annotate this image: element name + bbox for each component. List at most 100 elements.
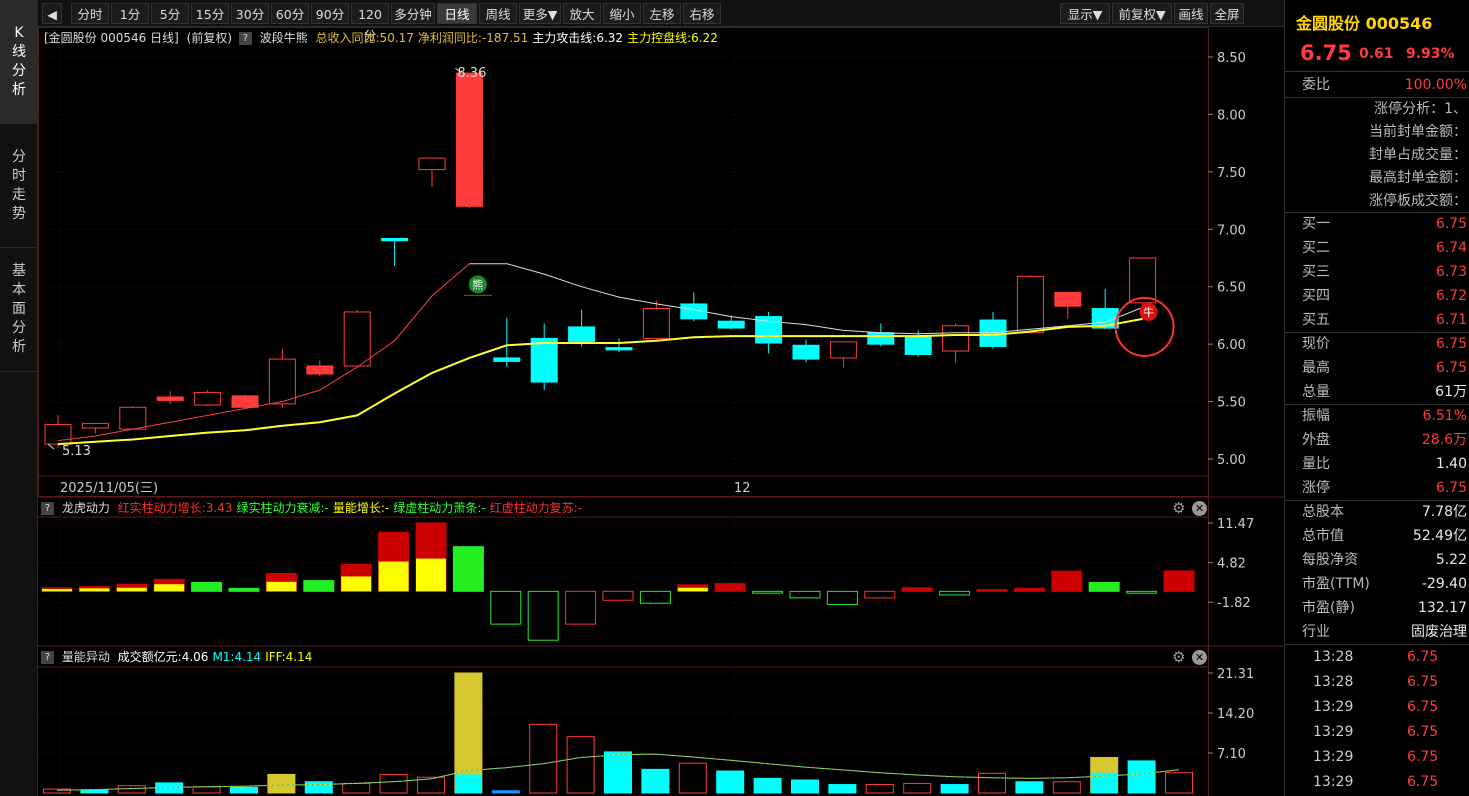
main-panel-title: [金圆股份 000546 日线] (前复权) ? 波段牛熊 总收入同比:50.1… [38, 28, 718, 48]
limit-analysis-line-2: 封单占成交量： [1285, 143, 1469, 167]
tab-intraday-trend[interactable]: 分时走势 [0, 124, 38, 248]
tick-price: 6.75 [1407, 699, 1439, 715]
close-icon[interactable]: ✕ [1192, 501, 1207, 516]
tick-time: 13:29 [1313, 724, 1354, 740]
period-button-12[interactable]: 放大 [563, 3, 601, 24]
collapse-icon[interactable]: ◀ [42, 3, 62, 24]
period-button-8[interactable]: 多分钟 [391, 3, 435, 24]
toolbar-right-button-1[interactable]: 前复权▼ [1112, 3, 1172, 24]
stat1-row-0: 现价 6.75 [1285, 332, 1469, 356]
period-button-9[interactable]: 日线 [437, 3, 477, 24]
sub1-bar [789, 590, 821, 599]
sub1-bar [976, 589, 1008, 592]
stat1-row-2-label: 总量 [1302, 384, 1330, 400]
candle-body [1129, 257, 1157, 304]
sub1-items-item-4: 红虚柱动力复苏:- [489, 501, 582, 515]
candle-body [829, 341, 857, 359]
close-icon[interactable]: ✕ [1192, 650, 1207, 665]
tick-row: 13:29 6.75 [1285, 720, 1469, 744]
stat3-row-3: 市盈(TTM) -29.40 [1285, 572, 1469, 596]
main-panel-frame [38, 27, 1209, 497]
sub2-panel-title: ? 量能异动 成交额亿元:4.06 M1:4.14 IFF:4.14 [38, 647, 312, 667]
y-tick-label: 7.00 [1217, 223, 1246, 238]
candle-body [231, 395, 259, 408]
sub2-y-tick-label: 7.10 [1217, 747, 1246, 762]
sub1-name: 龙虎动力 [61, 501, 110, 515]
stat2-row-2: 量比 1.40 [1285, 452, 1469, 476]
tab-char: 析 [12, 81, 26, 98]
sub2-bar [342, 782, 371, 794]
gear-icon[interactable]: ⚙ [1172, 650, 1185, 665]
limit-analysis-line-1: 当前封单金额： [1285, 120, 1469, 144]
limit-analysis-text: 当前封单金额： [1369, 124, 1467, 140]
sub1-y-tick-label: -1.82 [1217, 596, 1251, 611]
candle-body [904, 335, 932, 355]
sub1-bar [490, 590, 522, 625]
kline-chart-area[interactable]: 8.50 8.00 7.50 7.00 6.50 6.00 5.50 5.00 8.36 5.13… [38, 27, 1284, 796]
stat2-row-1: 外盘 28.6万 [1285, 428, 1469, 452]
stat2-row-2-label: 量比 [1302, 456, 1330, 472]
period-button-0[interactable]: 分时 [71, 3, 109, 24]
sub1-items-item-0: 红实柱动力增长:3.43 [117, 501, 233, 515]
sub2-bar [604, 751, 632, 794]
period-button-1[interactable]: 1分 [111, 3, 149, 24]
period-button-4[interactable]: 30分 [231, 3, 269, 24]
stat3-row-4-value: 132.17 [1418, 600, 1467, 616]
candle-body [1054, 291, 1082, 307]
main-items-item-0: 总收入同比:50.17 [315, 31, 414, 45]
sub2-items-item-1: M1:4.14 [212, 650, 262, 664]
kline-chart-svg[interactable]: 8.50 8.00 7.50 7.00 6.50 6.00 5.50 5.00 8.36 5.13… [38, 27, 1284, 796]
period-button-13[interactable]: 缩小 [603, 3, 641, 24]
tab-k-line-analysis[interactable]: K线分析 [0, 0, 38, 124]
help-icon[interactable]: ? [238, 32, 252, 45]
period-button-14[interactable]: 左移 [643, 3, 681, 24]
fq-label: (前复权) [186, 31, 233, 45]
tab-char: 本 [12, 282, 26, 298]
sub1-bar [714, 583, 746, 592]
gear-icon[interactable]: ⚙ [1172, 501, 1185, 516]
sub1-bar [565, 590, 597, 625]
period-button-10[interactable]: 周线 [479, 3, 517, 24]
stat2-row-2-value: 1.40 [1435, 456, 1467, 472]
candle-body [792, 344, 820, 360]
help-icon[interactable]: ? [41, 502, 54, 515]
toolbar-right-button-0[interactable]: 显示▼ [1060, 3, 1110, 24]
period-button-15[interactable]: 右移 [683, 3, 721, 24]
tab-fundamental-analysis[interactable]: 基本面分析 [0, 248, 38, 372]
candle-body [343, 311, 371, 367]
tab-char: 基 [12, 263, 26, 279]
sub2-bar [379, 773, 408, 794]
period-button-6[interactable]: 90分 [311, 3, 349, 24]
period-button-3[interactable]: 15分 [191, 3, 229, 24]
sub2-bar [192, 786, 221, 794]
sub1-bar [901, 587, 933, 592]
date-label: 2025/11/05(三) [60, 481, 158, 496]
stat3-row-1-label: 总市值 [1302, 528, 1344, 544]
indicator-name: 波段牛熊 [259, 31, 308, 45]
tick-row: 13:29 6.75 [1285, 770, 1469, 794]
period-button-2[interactable]: 5分 [151, 3, 189, 24]
y-tick-label: 8.00 [1217, 108, 1246, 123]
candle-body [717, 320, 745, 329]
stock-name: 金圆股份 000546 [1296, 14, 1433, 33]
period-button-11[interactable]: 更多▼ [519, 3, 561, 24]
sub1-bar [752, 590, 784, 594]
help-icon[interactable]: ? [41, 651, 54, 664]
bid-row-3-label: 买三 [1302, 264, 1330, 280]
sub2-bar [1052, 781, 1081, 794]
toolbar-right-button-2[interactable]: 画线 [1174, 3, 1208, 24]
tick-price: 6.75 [1407, 674, 1439, 690]
candle-body [81, 422, 109, 429]
sub2-items-item-0: 成交额亿元:4.06 [117, 650, 209, 664]
period-button-5[interactable]: 60分 [271, 3, 309, 24]
tick-row: 13:28 6.75 [1285, 645, 1469, 669]
toolbar-right-button-3[interactable]: 全屏 [1210, 3, 1244, 24]
tab-char: 面 [12, 301, 26, 317]
weibi-label: 委比 [1302, 77, 1330, 93]
weibi-row: 委比 100.00% [1285, 73, 1469, 97]
stat3-row-0-label: 总股本 [1302, 504, 1344, 520]
stat1-row-0-label: 现价 [1302, 336, 1330, 352]
sub2-y-tick-label: 14.20 [1217, 707, 1254, 722]
period-button-7[interactable]: 120分 [351, 3, 389, 43]
sub2-bar [1127, 760, 1156, 794]
